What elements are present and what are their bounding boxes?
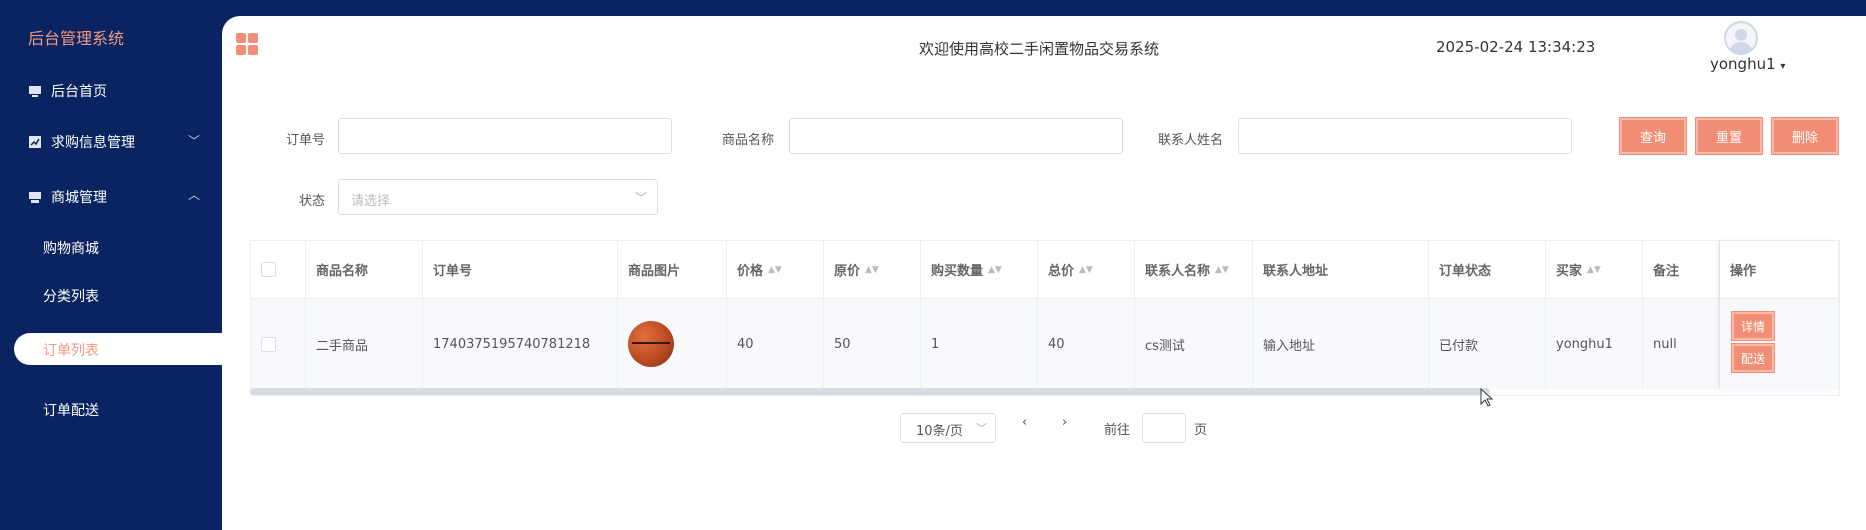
cell-contact-name: cs测试 — [1135, 299, 1253, 389]
sort-icon: ▲▼ — [988, 264, 1002, 275]
cell-original-price: 50 — [824, 299, 921, 389]
sort-icon: ▲▼ — [1587, 264, 1601, 275]
store-icon — [28, 190, 42, 204]
table-header-cell: 商品名称 — [306, 241, 423, 299]
reset-button[interactable]: 重置 — [1695, 117, 1763, 155]
table-header-sortable[interactable]: 原价 ▲▼ — [824, 241, 921, 299]
status-placeholder: 请选择 — [351, 194, 391, 209]
cell-remark: null — [1643, 299, 1720, 389]
mouse-cursor-icon — [1480, 388, 1494, 407]
page-suffix: 页 — [1194, 423, 1208, 438]
sidebar-subitem-shop[interactable]: 购物商城 — [43, 238, 99, 258]
orders-table: 商品名称 订单号 商品图片 价格 ▲▼ 原价 ▲▼ 购买数量 ▲▼ 总价 ▲▼ 联系人名… — [250, 240, 1840, 396]
page-size-value: 10条/页 — [916, 424, 963, 439]
sidebar-subitem-orders[interactable]: 订单列表 — [14, 333, 244, 365]
product-name-input[interactable] — [789, 118, 1123, 154]
table-horizontal-scrollbar[interactable] — [250, 388, 1490, 395]
cell-order-no: 1740375195740781218 — [423, 299, 618, 389]
chevron-down-icon[interactable]: ﹀ — [188, 132, 200, 149]
welcome-text: 欢迎使用高校二手闲置物品交易系统 — [919, 40, 1160, 58]
ship-button[interactable]: 配送 — [1731, 343, 1775, 373]
table-header-sortable[interactable]: 联系人名称 ▲▼ — [1135, 241, 1253, 299]
delete-button[interactable]: 删除 — [1771, 117, 1839, 155]
app-frame: 后台管理系统 后台首页 求购信息管理 ﹀ 商城管理 ︿ 购物商城 分类列表 订单… — [0, 0, 1866, 530]
product-name-label: 商品名称 — [722, 133, 775, 148]
cell-product-image — [618, 299, 727, 389]
query-button[interactable]: 查询 — [1619, 117, 1687, 155]
table-header-sortable[interactable]: 价格 ▲▼ — [727, 241, 824, 299]
cell-total: 40 — [1038, 299, 1135, 389]
cell-price: 40 — [727, 299, 824, 389]
sidebar-subitem-label: 订单列表 — [43, 343, 99, 359]
header-datetime: 2025-02-24 13:34:23 — [1436, 38, 1596, 56]
user-menu[interactable]: yonghu1 ▾ — [1710, 55, 1785, 73]
contact-name-label: 联系人姓名 — [1158, 133, 1224, 148]
table-header-sortable[interactable]: 总价 ▲▼ — [1038, 241, 1135, 299]
sort-icon: ▲▼ — [865, 264, 879, 275]
sidebar-item-label: 商城管理 — [51, 190, 107, 206]
sidebar-item-mall[interactable]: 商城管理 — [28, 187, 107, 207]
monitor-icon — [28, 84, 42, 98]
status-label: 状态 — [299, 194, 326, 209]
status-select[interactable]: 请选择 ﹀ — [338, 179, 658, 215]
sidebar-subitem-delivery[interactable]: 订单配送 — [43, 400, 99, 420]
sidebar-item-label: 求购信息管理 — [51, 135, 135, 151]
sort-icon: ▲▼ — [1079, 264, 1093, 275]
select-all-checkbox[interactable] — [261, 262, 276, 277]
table-header-select — [251, 241, 306, 299]
next-page-button[interactable]: › — [1062, 415, 1067, 430]
sidebar: 后台管理系统 后台首页 求购信息管理 ﹀ 商城管理 ︿ 购物商城 分类列表 订单… — [0, 0, 222, 530]
sort-icon: ▲▼ — [1215, 264, 1229, 275]
cell-contact-address: 输入地址 — [1253, 299, 1429, 389]
detail-button[interactable]: 详情 — [1731, 311, 1775, 341]
sidebar-item-purchase-info[interactable]: 求购信息管理 — [28, 132, 208, 152]
order-no-label: 订单号 — [286, 133, 326, 148]
table-header-cell: 备注 — [1643, 241, 1720, 299]
table-header-cell: 商品图片 — [618, 241, 727, 299]
basketball-image[interactable] — [628, 321, 674, 367]
table-header-cell: 联系人地址 — [1253, 241, 1429, 299]
table-header-cell: 订单号 — [423, 241, 618, 299]
avatar[interactable] — [1724, 21, 1758, 55]
sort-icon: ▲▼ — [768, 264, 782, 275]
main-panel: 欢迎使用高校二手闲置物品交易系统 2025-02-24 13:34:23 yon… — [222, 16, 1866, 530]
table-header-cell: 订单状态 — [1429, 241, 1546, 299]
contact-name-input[interactable] — [1238, 118, 1572, 154]
table-header-cell: 操作 — [1720, 241, 1839, 299]
goto-label: 前往 — [1104, 423, 1131, 438]
sidebar-item-home[interactable]: 后台首页 — [28, 81, 107, 101]
sidebar-subitem-categories[interactable]: 分类列表 — [43, 286, 99, 306]
table-header-sortable[interactable]: 购买数量 ▲▼ — [921, 241, 1038, 299]
cell-status: 已付款 — [1429, 299, 1546, 389]
caret-down-icon: ▾ — [1780, 61, 1786, 72]
order-no-input[interactable] — [338, 118, 672, 154]
goto-page-input[interactable] — [1142, 413, 1186, 443]
cell-product-name: 二手商品 — [306, 299, 423, 389]
cell-quantity: 1 — [921, 299, 1038, 389]
cell-buyer: yonghu1 — [1546, 299, 1643, 389]
brand-title: 后台管理系统 — [28, 29, 125, 48]
chevron-up-icon[interactable]: ︿ — [188, 186, 200, 203]
menu-grid-icon[interactable] — [236, 33, 258, 55]
row-checkbox[interactable] — [261, 336, 276, 352]
username: yonghu1 — [1710, 55, 1776, 73]
page-size-select[interactable]: 10条/页 ﹀ — [900, 413, 996, 443]
prev-page-button[interactable]: ‹ — [1022, 415, 1027, 430]
chart-icon — [28, 135, 42, 149]
table-row — [251, 299, 306, 389]
sidebar-item-label: 后台首页 — [51, 84, 107, 100]
chevron-down-icon: ﹀ — [976, 422, 987, 435]
table-header-sortable[interactable]: 买家 ▲▼ — [1546, 241, 1643, 299]
chevron-down-icon: ﹀ — [634, 191, 647, 205]
